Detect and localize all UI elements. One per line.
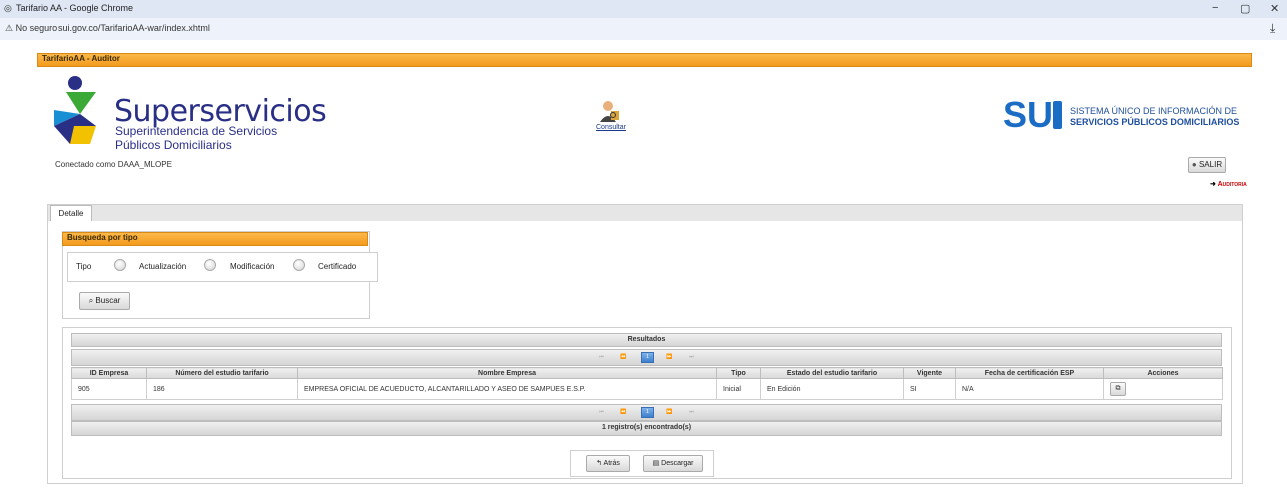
col-fecha-certificacion[interactable]: Fecha de certificación ESP xyxy=(955,367,1104,379)
cell-vigente: SI xyxy=(903,378,956,400)
last-page-icon[interactable]: ⏭ xyxy=(685,407,698,418)
brand-subtitle-2: Públicos Domiciliarios xyxy=(115,138,232,152)
arrow-right-icon: ➜ xyxy=(1210,181,1216,188)
page-number[interactable]: 1 xyxy=(641,352,654,363)
download-icon[interactable]: ⤓ xyxy=(1270,21,1275,36)
app-header-bar: TarifarioAA - Auditor xyxy=(37,53,1252,67)
consultar-user-icon[interactable] xyxy=(598,100,620,122)
chrome-icon: ◎ xyxy=(4,3,12,13)
consultar-link[interactable]: Consultar xyxy=(596,124,626,131)
first-page-icon[interactable]: ⏮ xyxy=(595,407,608,418)
busqueda-title: Busqueda por tipo xyxy=(67,233,138,242)
connected-user: Conectado como DAAA_MLOPE xyxy=(55,160,172,169)
superservicios-logo-icon xyxy=(54,92,96,144)
results-table: ID Empresa Número del estudio tarifario … xyxy=(71,367,1223,400)
url-text[interactable]: sui.gov.co/TarifarioAA-war/index.xhtml xyxy=(58,23,210,33)
next-page-icon[interactable]: ⏩ xyxy=(663,352,676,363)
col-tipo[interactable]: Tipo xyxy=(716,367,761,379)
brand-subtitle-1: Superintendencia de Servicios xyxy=(115,124,278,138)
table-header-row: ID Empresa Número del estudio tarifario … xyxy=(71,367,1223,379)
restore-icon[interactable]: ▢ xyxy=(1240,2,1250,15)
sui-logo-icon: SU xyxy=(1003,97,1062,131)
minimize-icon[interactable]: − xyxy=(1212,2,1218,14)
app-header-title: TarifarioAA - Auditor xyxy=(42,54,120,63)
page-number[interactable]: 1 xyxy=(641,407,654,418)
atras-button[interactable]: ↰ Atrás xyxy=(586,455,630,472)
descargar-label: Descargar xyxy=(661,460,694,467)
col-acciones: Acciones xyxy=(1103,367,1223,379)
svg-text:SU: SU xyxy=(1003,97,1053,131)
search-icon: ⌕ xyxy=(88,296,94,305)
sui-title-line2: SERVICIOS PÚBLICOS DOMICILIARIOS xyxy=(1070,117,1240,127)
download-icon: ▤ xyxy=(652,460,660,467)
results-footer: 1 registro(s) encontrado(s) xyxy=(71,421,1222,436)
radio-certificado-label[interactable]: Certificado xyxy=(318,262,356,271)
security-label: No seguro xyxy=(15,23,58,33)
last-page-icon[interactable]: ⏭ xyxy=(685,352,698,363)
radio-certificado[interactable] xyxy=(293,259,305,271)
col-estado[interactable]: Estado del estudio tarifario xyxy=(760,367,904,379)
buscar-label: Buscar xyxy=(95,296,121,305)
table-row: 905 186 EMPRESA OFICIAL DE ACUEDUCTO, AL… xyxy=(71,378,1223,400)
close-icon[interactable]: ✕ xyxy=(1270,2,1279,15)
descargar-button[interactable]: ▤ Descargar xyxy=(643,455,703,472)
results-header: Resultados xyxy=(71,333,1222,347)
cell-numero-estudio: 186 xyxy=(146,378,298,400)
col-vigente[interactable]: Vigente xyxy=(903,367,956,379)
col-id-empresa[interactable]: ID Empresa xyxy=(71,367,147,379)
prev-page-icon[interactable]: ⏪ xyxy=(617,352,630,363)
browser-title-bar: ◎ Tarifario AA - Google Chrome − ▢ ✕ xyxy=(0,0,1287,18)
atras-label: Atrás xyxy=(603,460,620,467)
first-page-icon[interactable]: ⏮ xyxy=(595,352,608,363)
cell-fecha-certificacion: N/A xyxy=(955,378,1104,400)
salir-button[interactable]: ● SALIR xyxy=(1188,157,1226,173)
radio-modificacion[interactable] xyxy=(204,259,216,271)
prev-page-icon[interactable]: ⏪ xyxy=(617,407,630,418)
tipo-label: Tipo xyxy=(76,262,92,271)
back-icon: ↰ xyxy=(596,460,602,467)
paginator-top: ⏮ ⏪ 1 ⏩ ⏭ xyxy=(71,349,1222,366)
radio-actualizacion[interactable] xyxy=(114,259,126,271)
radio-modificacion-label[interactable]: Modificación xyxy=(230,262,274,271)
col-numero-estudio[interactable]: Número del estudio tarifario xyxy=(146,367,298,379)
security-indicator[interactable]: ⚠ No seguro xyxy=(5,23,57,34)
sui-title-line1: SISTEMA ÚNICO DE INFORMACIÓN DE xyxy=(1070,106,1238,116)
next-page-icon[interactable]: ⏩ xyxy=(663,407,676,418)
busqueda-header: Busqueda por tipo xyxy=(62,232,368,246)
logo-dot xyxy=(68,76,82,90)
cell-id-empresa: 905 xyxy=(71,378,147,400)
auditoria-label: Auditoria xyxy=(1217,181,1247,188)
address-bar[interactable]: ⚠ No seguro sui.gov.co/TarifarioAA-war/i… xyxy=(0,18,1287,40)
view-details-icon[interactable]: ⧉ xyxy=(1110,382,1126,396)
paginator-bottom: ⏮ ⏪ 1 ⏩ ⏭ xyxy=(71,404,1222,421)
buscar-button[interactable]: ⌕ Buscar xyxy=(79,292,130,310)
radio-actualizacion-label[interactable]: Actualización xyxy=(139,262,186,271)
salir-label: SALIR xyxy=(1198,160,1223,169)
cell-estado: En Edición xyxy=(760,378,904,400)
cell-nombre-empresa: EMPRESA OFICIAL DE ACUEDUCTO, ALCANTARIL… xyxy=(297,378,717,400)
col-nombre-empresa[interactable]: Nombre Empresa xyxy=(297,367,717,379)
records-found: 1 registro(s) encontrado(s) xyxy=(601,424,692,431)
cell-tipo: Inicial xyxy=(716,378,761,400)
window-title: Tarifario AA - Google Chrome xyxy=(16,3,134,13)
cell-acciones: ⧉ xyxy=(1103,378,1223,400)
auditoria-link[interactable]: ➜ Auditoria xyxy=(1210,180,1247,188)
salir-icon: ● xyxy=(1191,160,1197,169)
results-title: Resultados xyxy=(627,336,666,343)
